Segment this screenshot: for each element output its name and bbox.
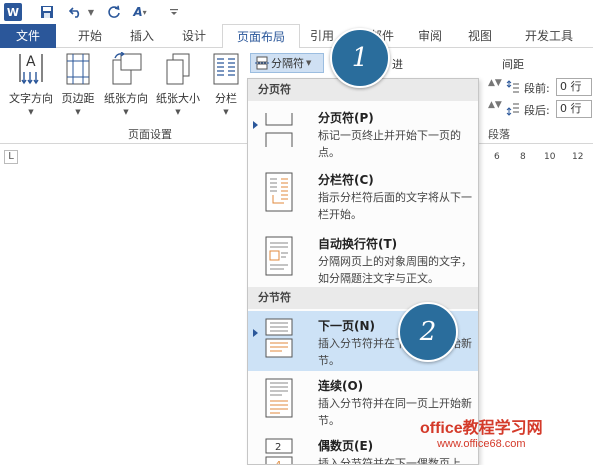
orientation-label: 纸张方向 xyxy=(104,92,148,105)
breaks-dropdown-menu: 分页符 分页符(P) 标记一页终止并开始下一页的点。 分栏符(C) 指示分栏符后… xyxy=(247,78,479,465)
menu-item-description: 标记一页终止并开始下一页的点。 xyxy=(318,129,461,159)
after-spacing-label: 段后: xyxy=(524,104,550,117)
chevron-down-icon: ▼ xyxy=(28,108,34,116)
ribbon-tab-bar: 文件 开始 插入 设计 页面布局 引用 邮件 审阅 视图 开发工具 xyxy=(0,24,593,49)
word-logo-icon: W xyxy=(4,3,22,21)
text-direction-label: 文字方向 xyxy=(9,92,53,105)
paragraph-group-label: 段落 xyxy=(488,128,510,141)
before-spacing-field[interactable]: 0 行 xyxy=(556,78,592,96)
menu-item-title: 分栏符(C) xyxy=(318,173,374,187)
page-break-icon xyxy=(255,56,269,70)
svg-text:A: A xyxy=(26,54,36,70)
indent-label: 进 xyxy=(392,58,403,71)
step-1-badge: 1 xyxy=(330,28,390,88)
ruler-tick: 6 xyxy=(494,152,500,162)
paper-size-icon xyxy=(166,53,190,85)
after-spacing-field[interactable]: 0 行 xyxy=(556,100,592,118)
chevron-down-icon: ▼ xyxy=(223,108,229,116)
menu-item-title: 下一页(N) xyxy=(318,319,376,333)
redo-icon[interactable] xyxy=(106,3,122,21)
orientation-icon xyxy=(112,52,142,85)
before-spacing-icon xyxy=(506,80,520,97)
tab-home[interactable]: 开始 xyxy=(66,24,114,48)
text-direction-icon: A xyxy=(19,54,43,85)
breaks-label: 分隔符 xyxy=(271,57,304,70)
svg-text:2: 2 xyxy=(275,442,281,453)
margins-icon xyxy=(66,53,90,85)
tab-view[interactable]: 视图 xyxy=(458,24,502,48)
chevron-down-icon: ▼ xyxy=(123,108,129,116)
next-page-break-icon xyxy=(265,318,293,358)
format-painter-icon[interactable]: A ▾ xyxy=(128,3,152,21)
size-label: 纸张大小 xyxy=(156,92,200,105)
menu-item-title: 分页符(P) xyxy=(318,111,374,125)
column-break-icon xyxy=(265,172,293,212)
menu-item-description: 指示分栏符后面的文字将从下一栏开始。 xyxy=(318,191,472,221)
tab-page-layout[interactable]: 页面布局 xyxy=(222,24,300,49)
ruler-tick: 12 xyxy=(572,152,584,162)
chevron-down-icon: ▼ xyxy=(175,108,181,116)
menu-item-description: 分隔网页上的对象周围的文字，如分隔题注文字与正文。 xyxy=(318,255,472,285)
size-button[interactable]: 纸张大小 ▼ xyxy=(152,52,204,116)
watermark-url: www.office68.com xyxy=(437,438,526,450)
ruler-tick: 10 xyxy=(544,152,556,162)
customize-qat-icon[interactable] xyxy=(168,3,180,21)
breaks-button[interactable]: 分隔符 ▼ xyxy=(250,53,324,73)
menu-item-description: 插入分节符并在下一偶数页上 xyxy=(318,457,461,465)
ruler-tick: 8 xyxy=(520,152,526,162)
menu-item-title: 偶数页(E) xyxy=(318,439,374,453)
margins-button[interactable]: 页边距 ▼ xyxy=(58,52,98,116)
margins-label: 页边距 xyxy=(61,92,95,105)
spin-arrows-icon[interactable]: ▲▼ xyxy=(488,100,502,110)
page-break-icon xyxy=(265,113,293,147)
save-icon[interactable] xyxy=(38,3,56,21)
horizontal-ruler[interactable]: 6 8 10 12 xyxy=(478,150,593,164)
step-2-badge: 2 xyxy=(398,302,458,362)
undo-dropdown-icon[interactable]: ▼ xyxy=(86,3,96,21)
menu-item-column-break[interactable]: 分栏符(C) 指示分栏符后面的文字将从下一栏开始。 xyxy=(248,165,478,229)
tab-design[interactable]: 设计 xyxy=(170,24,218,48)
selection-marker-icon xyxy=(253,121,258,129)
undo-icon[interactable] xyxy=(68,3,84,21)
chevron-down-icon: ▼ xyxy=(306,59,312,67)
continuous-break-icon xyxy=(265,378,293,418)
menu-item-title: 自动换行符(T) xyxy=(318,237,398,251)
text-direction-button[interactable]: A 文字方向 ▼ xyxy=(4,52,58,116)
watermark: office教程学习网 www.office68.com xyxy=(420,414,543,450)
tab-review[interactable]: 审阅 xyxy=(408,24,452,48)
before-spacing-label: 段前: xyxy=(524,82,550,95)
text-wrapping-break-icon xyxy=(265,236,293,276)
page-setup-group-label: 页面设置 xyxy=(128,128,172,141)
orientation-button[interactable]: 纸张方向 ▼ xyxy=(100,52,152,116)
tab-insert[interactable]: 插入 xyxy=(118,24,166,48)
after-spacing-icon xyxy=(506,102,520,119)
spin-arrows-icon[interactable]: ▲▼ xyxy=(488,78,502,88)
svg-text:4: 4 xyxy=(275,460,281,465)
menu-item-title: 连续(O) xyxy=(318,379,364,393)
selection-marker-icon xyxy=(253,329,258,337)
menu-item-page-break[interactable]: 分页符(P) 标记一页终止并开始下一页的点。 xyxy=(248,103,478,163)
columns-icon xyxy=(213,53,239,85)
columns-label: 分栏 xyxy=(215,92,237,105)
chevron-down-icon: ▼ xyxy=(75,108,81,116)
menu-item-text-wrapping-break[interactable]: 自动换行符(T) 分隔网页上的对象周围的文字，如分隔题注文字与正文。 xyxy=(248,229,478,295)
tab-file[interactable]: 文件 xyxy=(0,24,56,48)
tab-developer[interactable]: 开发工具 xyxy=(514,24,584,48)
spacing-title: 间距 xyxy=(502,58,524,71)
tab-selector[interactable]: L xyxy=(4,150,18,164)
watermark-brand: office教程学习网 xyxy=(420,420,543,437)
quick-access-toolbar: W ▼ A ▾ xyxy=(0,0,593,24)
columns-button[interactable]: 分栏 ▼ xyxy=(206,52,246,116)
even-page-break-icon: 2 4 xyxy=(265,438,293,465)
